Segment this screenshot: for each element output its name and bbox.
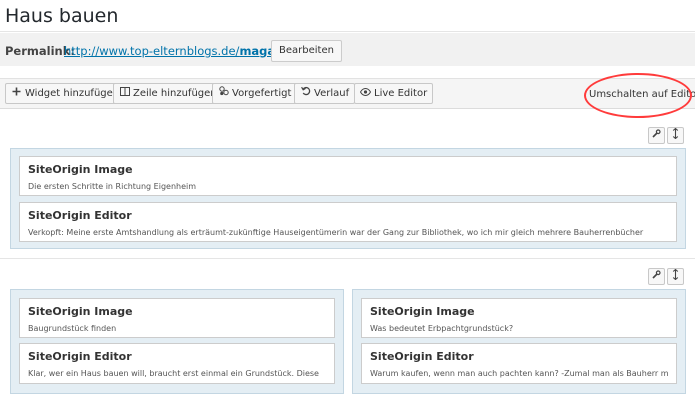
prebuilt-button[interactable]: Vorgefertigt: [212, 83, 298, 104]
widget-description: Was bedeutet Erbpachtgrundstück?: [370, 324, 514, 333]
widget-description: Warum kaufen, wenn man auch pachten kann…: [370, 369, 668, 378]
widget-description: Die ersten Schritte in Richtung Eigenhei…: [28, 182, 197, 191]
page-title[interactable]: Haus bauen: [5, 5, 118, 27]
widget-title: SiteOrigin Image: [28, 305, 133, 318]
live-editor-label: Live Editor: [374, 88, 428, 99]
add-widget-button[interactable]: Widget hinzufügen: [5, 83, 126, 104]
title-bar: Haus bauen: [0, 0, 695, 32]
widget-row2-cell2-editor[interactable]: SiteOrigin Editor Warum kaufen, wenn man…: [361, 343, 677, 384]
widget-title: SiteOrigin Editor: [370, 350, 474, 363]
highlight-annotation: [584, 73, 692, 118]
move-icon: [672, 268, 679, 283]
row-settings-button[interactable]: [648, 268, 665, 285]
wrench-icon: [652, 129, 661, 141]
row-move-button[interactable]: [667, 127, 684, 144]
move-icon: [672, 127, 679, 142]
permalink-bar: Permalink: http://www.top-elternblogs.de…: [0, 33, 695, 66]
columns-icon: [119, 84, 130, 103]
permalink-url-base: http://www.top-elternblogs.de/: [64, 44, 240, 58]
widget-title: SiteOrigin Image: [28, 163, 133, 176]
edit-permalink-button[interactable]: Bearbeiten: [271, 40, 342, 62]
widget-row1-image[interactable]: SiteOrigin Image Die ersten Schritte in …: [19, 156, 677, 196]
widget-description: Verkopft: Meine erste Amtshandlung als e…: [28, 228, 644, 237]
widget-row2-cell1-editor[interactable]: SiteOrigin Editor Klar, wer ein Haus bau…: [19, 343, 335, 384]
row-divider: [0, 258, 695, 259]
live-editor-button[interactable]: Live Editor: [354, 83, 434, 104]
widget-description: Klar, wer ein Haus bauen will, braucht e…: [28, 369, 319, 378]
history-label: Verlauf: [314, 88, 350, 99]
widget-row2-cell1-image[interactable]: SiteOrigin Image Baugrundstück finden: [19, 298, 335, 338]
eye-icon: [359, 84, 372, 103]
plus-icon: [11, 84, 22, 103]
wrench-icon: [652, 270, 661, 282]
prebuilt-label: Vorgefertigt: [232, 88, 292, 99]
add-row-label: Zeile hinzufügen: [133, 88, 217, 99]
row-move-button[interactable]: [667, 268, 684, 285]
add-row-button[interactable]: Zeile hinzufügen: [113, 83, 223, 104]
widget-title: SiteOrigin Editor: [28, 350, 132, 363]
widget-title: SiteOrigin Editor: [28, 209, 132, 222]
widget-description: Baugrundstück finden: [28, 324, 117, 333]
history-button[interactable]: Verlauf: [294, 83, 356, 104]
undo-icon: [300, 84, 311, 103]
widget-row2-cell2-image[interactable]: SiteOrigin Image Was bedeutet Erbpachtgr…: [361, 298, 677, 338]
row-settings-button[interactable]: [648, 127, 665, 144]
permalink-link[interactable]: http://www.top-elternblogs.de/magazin/: [64, 44, 298, 58]
add-widget-label: Widget hinzufügen: [25, 88, 120, 99]
widget-title: SiteOrigin Image: [370, 305, 475, 318]
layout-icon: [218, 84, 229, 103]
widget-row1-editor[interactable]: SiteOrigin Editor Verkopft: Meine erste …: [19, 202, 677, 242]
